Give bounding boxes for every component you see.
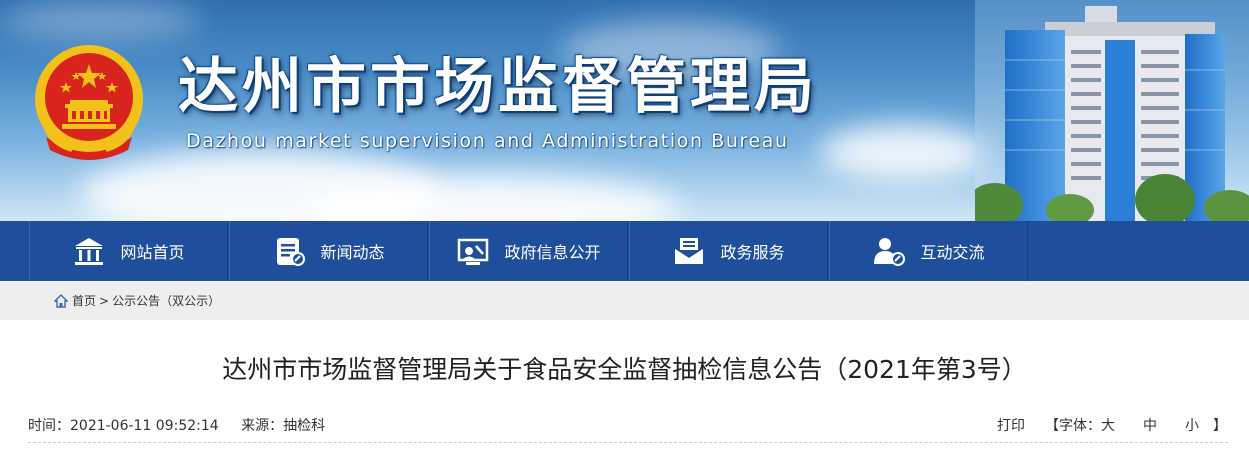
breadcrumb: 首页 > 公示公告（双公示） (53, 292, 220, 309)
nav-item-interaction[interactable]: 互动交流 (829, 221, 1028, 281)
font-size-large-button[interactable]: 大 (1101, 415, 1115, 435)
nav-item-label: 政府信息公开 (504, 243, 601, 262)
nav-item-services[interactable]: 政务服务 (629, 221, 828, 281)
breadcrumb-current-link[interactable]: 公示公告（双公示） (112, 292, 220, 309)
divider (28, 442, 1228, 443)
publish-time: 时间：2021-06-11 09:52:14 (28, 418, 219, 434)
nav-item-news[interactable]: 新闻动态 (229, 221, 428, 281)
site-subtitle: Dazhou market supervision and Administra… (186, 130, 789, 152)
article-meta: 时间：2021-06-11 09:52:14 来源：抽检科 (28, 415, 343, 435)
breadcrumb-separator: > (99, 293, 110, 308)
service-envelope-icon (672, 234, 706, 268)
header-banner: 达州市市场监督管理局 Dazhou market supervision and… (0, 0, 1249, 221)
info-disclosure-icon (456, 234, 490, 268)
breadcrumb-bar: 首页 > 公示公告（双公示） (0, 281, 1249, 320)
article-title: 达州市市场监督管理局关于食品安全监督抽检信息公告（2021年第3号） (222, 355, 1027, 384)
main-navigation: 网站首页 新闻动态 政府信息公开 政务服务 互动交流 (0, 221, 1249, 281)
nav-item-label: 网站首页 (120, 243, 185, 262)
nav-item-label: 新闻动态 (320, 243, 385, 262)
font-size-label-close: 】 (1213, 418, 1227, 434)
office-building-image (967, 0, 1249, 221)
user-chat-icon (872, 234, 906, 268)
nav-item-label: 互动交流 (920, 243, 985, 262)
home-icon (53, 293, 69, 308)
site-title: 达州市市场监督管理局 (178, 52, 818, 122)
font-size-small-button[interactable]: 小 (1185, 415, 1199, 435)
home-building-icon (72, 234, 106, 268)
font-size-label-open: 【字体： (1045, 418, 1101, 434)
cloud-decoration (0, 0, 200, 40)
news-document-icon (272, 234, 306, 268)
print-button[interactable]: 打印 (997, 415, 1025, 435)
font-size-medium-button[interactable]: 中 (1143, 415, 1157, 435)
article-tools: 打印 【字体： 大 中 小 】 (997, 415, 1227, 435)
cloud-decoration (820, 125, 990, 180)
article-source: 来源：抽检科 (241, 418, 326, 434)
nav-item-gov-info[interactable]: 政府信息公开 (429, 221, 628, 281)
breadcrumb-home-link[interactable]: 首页 (72, 292, 96, 309)
national-emblem-icon (32, 42, 146, 162)
nav-item-label: 政务服务 (720, 243, 785, 262)
nav-item-home[interactable]: 网站首页 (29, 221, 228, 281)
